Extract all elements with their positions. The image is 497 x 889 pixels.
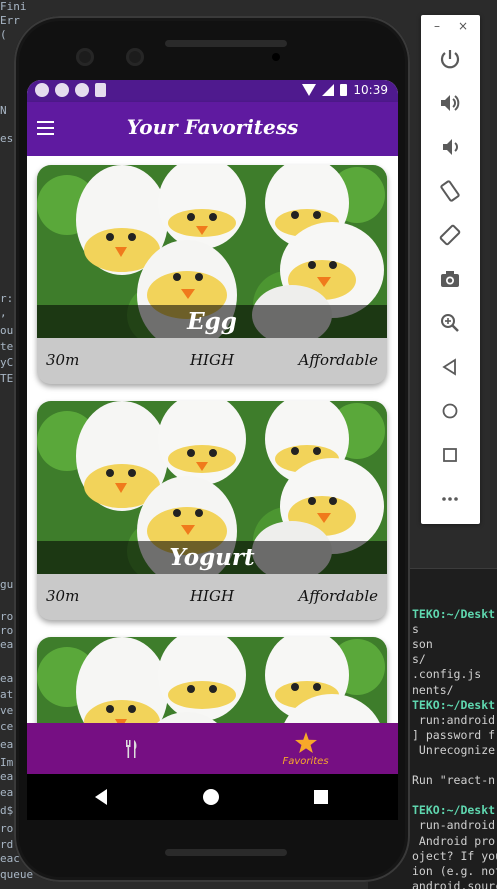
phone-screen: 10:39 Your Favoritess Egg 30m HIGH Affor… xyxy=(27,80,398,820)
back-icon[interactable] xyxy=(438,355,462,379)
notification-icons xyxy=(35,83,106,97)
meal-title: Yogurt xyxy=(37,541,387,574)
status-right: 10:39 xyxy=(302,83,388,97)
ide-text-fragment: ea xyxy=(0,770,14,783)
nav-home-icon[interactable] xyxy=(198,784,224,810)
terminal-prompt-line: TEKO:~/Deskt xyxy=(412,803,496,818)
wifi-icon xyxy=(302,84,317,96)
phone-camera-left xyxy=(76,48,94,66)
cutlery-icon xyxy=(126,740,137,758)
terminal-output-line: android.sourceDi xyxy=(412,878,497,889)
overview-icon[interactable] xyxy=(438,443,462,467)
terminal-output-line: Unrecognize xyxy=(412,742,496,757)
page-title: Your Favoritess xyxy=(126,115,299,139)
ide-text-fragment: ce xyxy=(0,720,14,733)
emulator-close-button[interactable]: × xyxy=(458,19,468,33)
android-nav-bar xyxy=(27,774,398,820)
terminal-prompt-line: TEKO:~/Deskt xyxy=(412,607,496,621)
ide-text-fragment: Fini xyxy=(0,0,27,13)
ide-text-fragment: ea xyxy=(0,672,14,685)
notification-circle-icon xyxy=(75,83,89,97)
meal-image xyxy=(37,637,387,723)
notification-a-icon xyxy=(35,83,49,97)
meal-title: Egg xyxy=(37,305,387,338)
ide-text-fragment: ro xyxy=(0,610,14,623)
more-icon[interactable] xyxy=(438,487,462,511)
camera-icon[interactable] xyxy=(438,267,462,291)
status-time: 10:39 xyxy=(353,83,388,97)
meal-card[interactable]: Yogurt 30m HIGH Affordable xyxy=(37,401,387,620)
volume-down-icon[interactable] xyxy=(438,135,462,159)
terminal-output-line: Android pro xyxy=(412,833,496,848)
meal-card[interactable] xyxy=(37,637,387,723)
bottom-tab-bar: Favorites xyxy=(27,723,398,774)
terminal-output-line: run:android xyxy=(412,712,496,727)
ide-text-fragment: d$ xyxy=(0,804,14,817)
meal-affordability: Affordable xyxy=(298,587,378,605)
terminal-prompt-line: TEKO:~/Deskt xyxy=(412,697,496,712)
tab-meals[interactable] xyxy=(27,723,212,774)
ide-text-fragment: ro xyxy=(0,822,14,835)
app-header: Your Favoritess xyxy=(27,102,398,156)
terminal-output-line: Run "react-n xyxy=(412,773,496,788)
status-bar: 10:39 xyxy=(27,80,398,102)
tab-favorites-label: Favorites xyxy=(282,756,329,767)
rotate-left-icon[interactable] xyxy=(438,179,462,203)
ide-text-fragment: Im xyxy=(0,756,14,769)
ide-text-fragment: yC xyxy=(0,356,14,369)
phone-sensor xyxy=(272,53,280,61)
terminal-output-line: .config.js xyxy=(412,667,482,682)
ide-text-fragment: rd xyxy=(0,838,14,851)
ide-text-fragment: ea xyxy=(0,638,14,651)
meal-details: 30m HIGH Affordable xyxy=(37,574,387,620)
ide-text-fragment: ro xyxy=(0,624,14,637)
rotate-right-icon[interactable] xyxy=(438,223,462,247)
ide-text-fragment: ou xyxy=(0,324,14,337)
emulator-minimize-button[interactable]: – xyxy=(434,19,440,33)
ide-text-fragment: TE xyxy=(0,372,14,385)
favorites-list[interactable]: Egg 30m HIGH Affordable Yogurt 30m HIGH … xyxy=(27,156,398,723)
terminal-output-line: oject? If you xyxy=(412,848,497,863)
nav-overview-icon[interactable] xyxy=(308,784,334,810)
power-icon[interactable] xyxy=(438,47,462,71)
ide-text-fragment: ( xyxy=(0,28,7,41)
star-icon xyxy=(295,732,317,753)
ide-text-fragment: N xyxy=(0,104,7,117)
home-icon[interactable] xyxy=(438,399,462,423)
tab-favorites[interactable]: Favorites xyxy=(213,723,398,774)
emulator-window-controls: – × xyxy=(421,19,480,37)
terminal-output-line: son xyxy=(412,637,433,652)
notification-shield-icon xyxy=(55,83,69,97)
meal-details: 30m HIGH Affordable xyxy=(37,338,387,384)
ide-text-fragment: ve xyxy=(0,704,14,717)
volume-up-icon[interactable] xyxy=(438,91,462,115)
battery-icon xyxy=(340,84,348,96)
ide-text-fragment: r: xyxy=(0,292,14,305)
ide-text-fragment: te xyxy=(0,340,14,353)
ide-text-fragment: Err xyxy=(0,14,20,27)
ide-text-fragment: es xyxy=(0,132,14,145)
ide-text-fragment: ea xyxy=(0,738,14,751)
ide-text-fragment: ea xyxy=(0,786,14,799)
terminal-output-line: ] password f xyxy=(412,727,496,742)
emulator-controls: – × xyxy=(421,15,480,524)
nav-back-icon[interactable] xyxy=(89,784,115,810)
phone-speaker-bottom xyxy=(165,849,287,856)
signal-icon xyxy=(322,84,335,96)
terminal-output-line: s/ xyxy=(412,652,426,667)
meal-affordability: Affordable xyxy=(298,351,378,369)
terminal-output-line: s xyxy=(412,622,419,637)
zoom-icon[interactable] xyxy=(438,311,462,335)
ide-text-fragment: gu xyxy=(0,578,14,591)
meal-card[interactable]: Egg 30m HIGH Affordable xyxy=(37,165,387,384)
terminal-output-line: ion (e.g. not in xyxy=(412,863,497,878)
phone-speaker-top xyxy=(165,40,287,47)
ide-text-fragment: , xyxy=(0,306,7,319)
terminal-output-line: run-android xyxy=(412,818,496,833)
terminal-output-line: nents/ xyxy=(412,682,454,697)
notification-sd-icon xyxy=(95,83,106,97)
ide-text-fragment: at xyxy=(0,688,14,701)
phone-camera-right xyxy=(126,48,144,66)
